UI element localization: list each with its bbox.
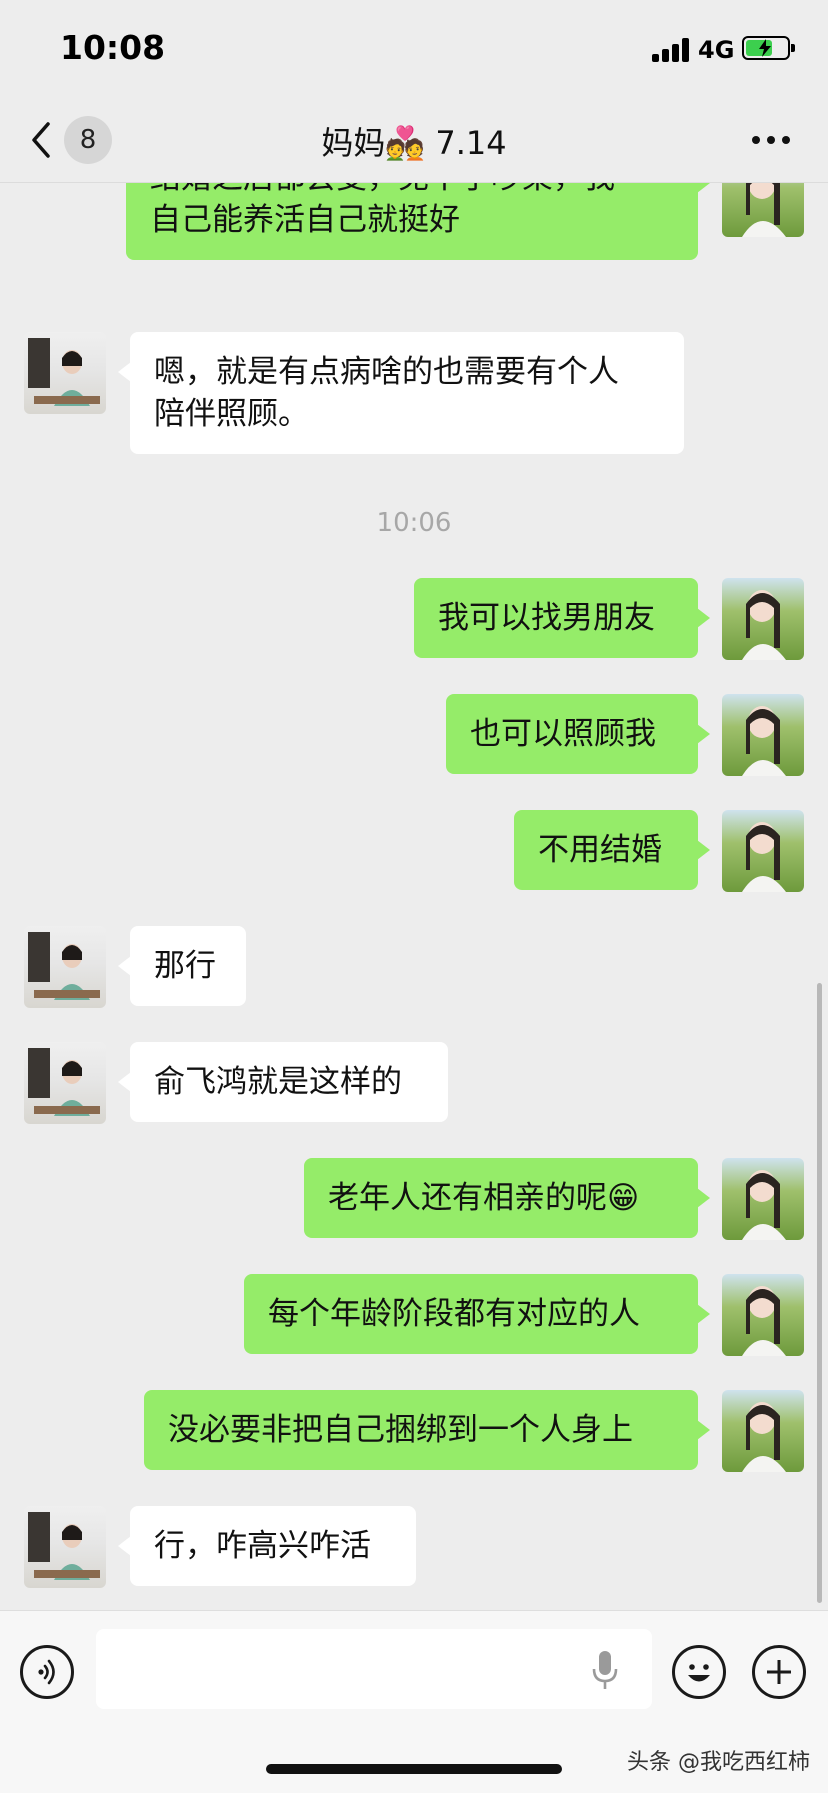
- avatar-mom[interactable]: [24, 1042, 106, 1124]
- avatar-me[interactable]: [722, 1274, 804, 1356]
- mic-icon[interactable]: [590, 1649, 620, 1693]
- signal-icon: [652, 38, 692, 62]
- battery-icon: [742, 36, 795, 60]
- message-bubble[interactable]: 行，咋高兴咋活: [118, 1506, 416, 1586]
- message-bubble[interactable]: 嗯，就是有点病啥的也需要有个人 陪伴照顾。: [118, 332, 684, 454]
- avatar-me[interactable]: [722, 183, 804, 237]
- avatar-mom[interactable]: [24, 332, 106, 414]
- avatar-me[interactable]: [722, 1390, 804, 1472]
- emoji-icon[interactable]: [672, 1645, 726, 1699]
- more-icon[interactable]: [752, 136, 790, 146]
- avatar-mom[interactable]: [24, 1506, 106, 1588]
- plus-icon[interactable]: [752, 1645, 806, 1699]
- message-bubble[interactable]: 没必要非把自己捆绑到一个人身上: [144, 1390, 710, 1470]
- message-bubble[interactable]: 我可以找男朋友: [414, 578, 710, 658]
- message-bubble[interactable]: 那行: [118, 926, 246, 1006]
- scrollbar[interactable]: [817, 983, 822, 1603]
- message-bubble[interactable]: 结婚之后都会变，免不了吵架，我 自己能养活自己就挺好: [126, 183, 710, 260]
- network-label: 4G: [698, 36, 735, 64]
- avatar-mom[interactable]: [24, 926, 106, 1008]
- avatar-me[interactable]: [722, 810, 804, 892]
- avatar-me[interactable]: [722, 578, 804, 660]
- home-indicator[interactable]: [266, 1764, 562, 1774]
- message-bubble[interactable]: 老年人还有相亲的呢😁: [304, 1158, 710, 1238]
- chat-title: 妈妈💑 7.14: [321, 124, 507, 162]
- status-time: 10:08: [60, 28, 166, 67]
- time-divider: 10:06: [376, 508, 452, 538]
- avatar-me[interactable]: [722, 1158, 804, 1240]
- avatar-me[interactable]: [722, 694, 804, 776]
- message-bubble[interactable]: 俞飞鸿就是这样的: [118, 1042, 448, 1122]
- message-input[interactable]: [96, 1629, 652, 1709]
- chat-messages[interactable]: 结婚之后都会变，免不了吵架，我 自己能养活自己就挺好 嗯，就是有点病啥的也需要有…: [0, 183, 828, 1610]
- message-bubble[interactable]: 每个年龄阶段都有对应的人: [244, 1274, 710, 1354]
- message-bubble[interactable]: 也可以照顾我: [446, 694, 710, 774]
- watermark: 头条 @我吃西红柿: [627, 1750, 810, 1775]
- message-bubble[interactable]: 不用结婚: [514, 810, 710, 890]
- chat-header: 8 妈妈💑 7.14: [0, 100, 828, 183]
- status-bar: 10:08 4G: [0, 0, 828, 100]
- voice-icon[interactable]: [20, 1645, 74, 1699]
